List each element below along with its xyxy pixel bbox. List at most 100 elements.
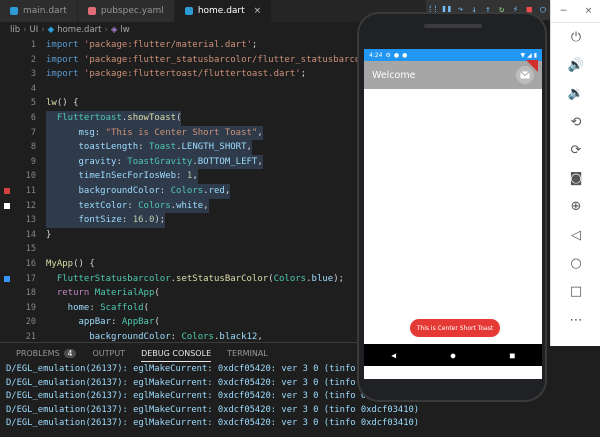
app-bar-title: Welcome	[372, 69, 416, 81]
code-text: import 'package:fluttertoast/fluttertoas…	[46, 67, 306, 82]
rotate-left-icon[interactable]: ⟲	[551, 108, 600, 136]
volume-down-icon[interactable]: 🔉	[551, 80, 600, 108]
devtools-icon[interactable]: ◯	[537, 5, 549, 15]
close-icon[interactable]: ×	[585, 6, 593, 16]
overview-icon[interactable]: □	[551, 278, 600, 306]
volume-up-icon[interactable]: 🔊	[551, 51, 600, 79]
tab-label: pubspec.yaml	[100, 6, 164, 16]
code-line[interactable]: 7 msg: "This is Center Short Toast",	[0, 125, 360, 141]
code-line[interactable]: 13 fontSize: 16.0);	[0, 213, 360, 228]
code-line[interactable]: 3 import 'package:fluttertoast/fluttertoa…	[0, 67, 360, 82]
code-line[interactable]: 11 backgroundColor: Colors.red,	[0, 183, 360, 199]
more-icon[interactable]: ⋯	[551, 306, 600, 334]
tab-terminal[interactable]: TERMINAL	[227, 349, 268, 358]
tab-label: main.dart	[23, 6, 67, 16]
breadcrumb-file[interactable]: home.dart	[57, 25, 101, 35]
problems-count-badge: 4	[63, 348, 77, 358]
code-line[interactable]: 8 toastLength: Toast.LENGTH_SHORT,	[0, 140, 360, 155]
code-line[interactable]: 12 textColor: Colors.white,	[0, 198, 360, 214]
rotate-right-icon[interactable]: ⟳	[551, 136, 600, 164]
code-token: ,	[192, 171, 198, 182]
code-token: () {	[56, 98, 79, 109]
status-time: 4:24	[369, 51, 383, 59]
function-icon: ◈	[110, 25, 118, 35]
code-editor[interactable]: 1 import 'package:flutter/material.dart';…	[0, 38, 360, 342]
tab-home-dart[interactable]: home.dart ×	[174, 0, 273, 22]
close-icon[interactable]: ×	[254, 6, 262, 16]
camera-icon[interactable]: ◙	[551, 164, 600, 192]
breadcrumb-lib[interactable]: lib	[10, 25, 20, 35]
tab-pubspec-yaml[interactable]: pubspec.yaml	[77, 0, 175, 22]
debug-console-output[interactable]: D/EGL_emulation(26137): eglMakeCurrent: …	[0, 363, 419, 431]
home-icon[interactable]: ●	[451, 351, 456, 360]
tab-debug-console[interactable]: DEBUG CONSOLE	[141, 349, 212, 362]
line-number: 1	[30, 40, 36, 50]
code-line[interactable]: 20 appBar: AppBar(	[0, 315, 360, 330]
code-line[interactable]: 4	[0, 82, 360, 97]
code-token: }	[46, 229, 52, 240]
back-icon[interactable]: ◀	[391, 351, 396, 360]
overview-icon[interactable]: ■	[510, 351, 515, 360]
code-token: :	[121, 215, 133, 226]
breadcrumb-ui[interactable]: UI	[30, 25, 39, 35]
code-line[interactable]: 17 FlutterStatusbarcolor.setStatusBarCol…	[0, 272, 360, 287]
minimize-icon[interactable]: −	[560, 6, 568, 16]
code-line[interactable]: 5 lw() {	[0, 96, 360, 111]
yaml-file-icon	[87, 7, 96, 15]
code-line[interactable]: 15	[0, 242, 360, 257]
code-line[interactable]: 18 return MaterialApp(	[0, 286, 360, 301]
code-line[interactable]: 19 home: Scaffold(	[0, 301, 360, 316]
line-number: 14	[25, 229, 36, 240]
code-text: FlutterStatusbarcolor.setStatusBarColor(…	[46, 272, 344, 287]
code-token: Colors	[181, 331, 214, 342]
back-icon[interactable]: ◁	[551, 221, 600, 249]
code-token: lw	[46, 98, 57, 109]
code-line[interactable]: 9 gravity: ToastGravity.BOTTOM_LEFT,	[0, 154, 360, 170]
code-line[interactable]: 2 import 'package:flutter_statusbarcolor/…	[0, 53, 360, 68]
line-number: 21	[25, 331, 36, 342]
line-number: 15	[25, 244, 36, 255]
code-line[interactable]: 21 backgroundColor: Colors.black12,	[0, 330, 360, 342]
code-token: import	[46, 40, 84, 50]
home-icon[interactable]: ○	[551, 249, 600, 277]
zoom-icon[interactable]: ⊕	[551, 193, 600, 221]
breadcrumb-symbol[interactable]: lw	[120, 25, 129, 35]
code-token: import	[46, 69, 84, 80]
tab-problems[interactable]: PROBLEMS 4	[16, 348, 77, 358]
code-token: Colors	[138, 200, 171, 211]
line-number: 18	[25, 288, 36, 299]
console-line: D/EGL_emulation(26137): eglMakeCurrent: …	[6, 377, 367, 388]
chevron-right-icon: ›	[104, 25, 108, 35]
line-number: 13	[25, 215, 36, 226]
code-line[interactable]: 1 import 'package:flutter/material.dart';	[0, 38, 360, 53]
device-screen[interactable]: 4:24 ⚙ ● ● ▼ ◢ ▮ Welcome This is Center …	[364, 49, 542, 379]
line-number: 17	[25, 273, 36, 284]
code-line[interactable]: 10 timeInSecForIosWeb: 1,	[0, 169, 360, 184]
tab-main-dart[interactable]: main.dart	[0, 0, 78, 22]
code-token: ToastGravity	[127, 156, 193, 167]
console-line: D/EGL_emulation(26137): eglMakeCurrent: …	[6, 391, 367, 401]
code-token: (	[176, 112, 182, 123]
power-icon[interactable]: ⏻	[551, 23, 600, 51]
code-token: ,	[257, 127, 263, 138]
line-number: 12	[25, 200, 36, 211]
code-token: Fluttertoast	[46, 112, 122, 123]
code-text: import 'package:flutter_statusbarcolor/f…	[46, 53, 360, 68]
code-token: AppBar	[121, 317, 155, 328]
code-line[interactable]: 6 Fluttertoast.showToast(	[0, 110, 360, 126]
line-number: 9	[30, 156, 36, 167]
code-token: fontSize	[46, 215, 122, 226]
code-token: import	[46, 54, 84, 65]
code-token: :	[159, 185, 171, 196]
email-icon	[520, 71, 530, 79]
code-line[interactable]: 14}	[0, 228, 360, 243]
android-nav-bar: ◀ ● ■	[364, 344, 542, 366]
tab-output[interactable]: OUTPUT	[92, 349, 125, 358]
code-text: toastLength: Toast.LENGTH_SHORT,	[46, 140, 252, 155]
code-line[interactable]: 16 MyApp() {	[0, 257, 360, 272]
code-token: );	[333, 273, 345, 284]
code-text: backgroundColor: Colors.black12,	[46, 330, 262, 342]
code-token: ,	[203, 200, 209, 211]
email-button[interactable]	[516, 60, 538, 84]
code-token: :	[111, 317, 122, 328]
